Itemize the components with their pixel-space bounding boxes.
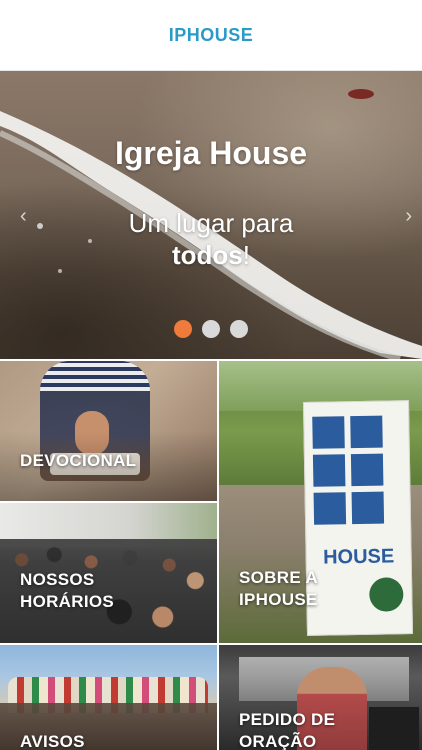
tile-avisos[interactable]: AVISOS bbox=[0, 645, 217, 750]
banner-house-text: HOUSE bbox=[322, 545, 395, 569]
carousel-pagination bbox=[0, 320, 422, 338]
carousel-next-icon[interactable]: › bbox=[405, 205, 412, 228]
tile-pedido-de-oracao[interactable]: PEDIDO DE ORAÇÃO bbox=[219, 645, 422, 750]
tile-sobre-label: SOBRE A IPHOUSE bbox=[239, 567, 318, 611]
hero-carousel[interactable]: Igreja House Um lugar para todos! ‹ › bbox=[0, 71, 422, 359]
tile-avisos-label: AVISOS bbox=[20, 731, 85, 750]
carousel-dot-3[interactable] bbox=[230, 320, 248, 338]
tile-sobre-line1: SOBRE A bbox=[239, 568, 318, 587]
carousel-dot-2[interactable] bbox=[202, 320, 220, 338]
hero-headline: Igreja House bbox=[114, 135, 308, 171]
tile-devocional[interactable]: DEVOCIONAL bbox=[0, 361, 217, 501]
tile-horarios-line1: NOSSOS bbox=[20, 570, 95, 589]
tile-oracao-label: PEDIDO DE ORAÇÃO bbox=[239, 709, 335, 750]
tile-oracao-line2: ORAÇÃO bbox=[239, 732, 317, 750]
tile-nossos-horarios[interactable]: NOSSOS HORÁRIOS bbox=[0, 503, 217, 643]
tile-oracao-line1: PEDIDO DE bbox=[239, 710, 336, 729]
hero-pebble bbox=[348, 89, 374, 99]
tile-horarios-line2: HORÁRIOS bbox=[20, 592, 115, 611]
tile-sobre-line2: IPHOUSE bbox=[239, 590, 318, 609]
app-title: IPHOUSE bbox=[168, 24, 254, 45]
carousel-dot-1[interactable] bbox=[174, 320, 192, 338]
ipb-logo bbox=[369, 577, 404, 612]
hero-tagline-suffix: ! bbox=[242, 240, 250, 270]
tile-devocional-label: DEVOCIONAL bbox=[20, 450, 136, 472]
hero-tagline-line1: Um lugar para bbox=[128, 208, 294, 238]
hero-tagline-bold: todos bbox=[172, 240, 243, 270]
hero-tagline-line2: todos! bbox=[0, 239, 422, 271]
carousel-prev-icon[interactable]: ‹ bbox=[20, 205, 27, 228]
devocional-shirt-stripes bbox=[40, 361, 150, 391]
app-header: IPHOUSE bbox=[0, 0, 422, 71]
tile-devocional-line1: DEVOCIONAL bbox=[20, 451, 137, 470]
tile-sobre-iphouse[interactable]: HOUSE SOBRE A IPHOUSE bbox=[219, 361, 422, 643]
oracao-lectern-image bbox=[369, 707, 419, 750]
hero-tagline: Um lugar para todos! bbox=[0, 207, 422, 271]
sobre-church-banner-image: HOUSE bbox=[302, 400, 414, 636]
tile-horarios-label: NOSSOS HORÁRIOS bbox=[20, 569, 114, 613]
tile-avisos-line1: AVISOS bbox=[20, 732, 85, 750]
